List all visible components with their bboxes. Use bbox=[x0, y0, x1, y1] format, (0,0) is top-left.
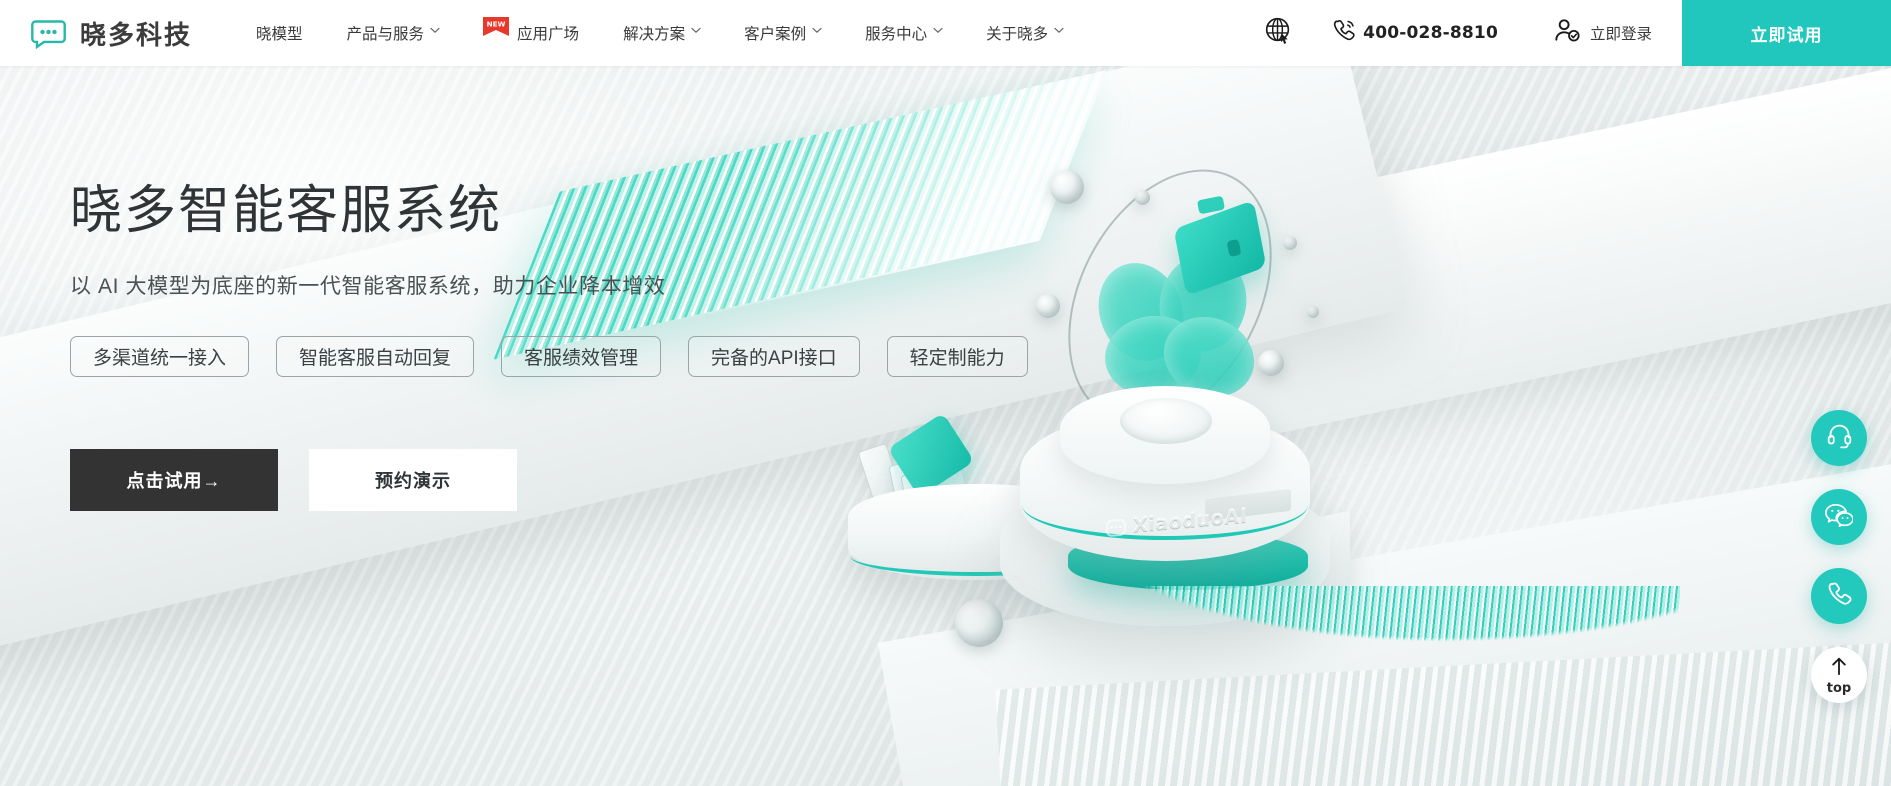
feature-tag[interactable]: 完备的API接口 bbox=[688, 336, 860, 378]
nav-item-label: 晓模型 bbox=[256, 26, 303, 43]
feature-tag[interactable]: 轻定制能力 bbox=[886, 336, 1028, 378]
hero-subtitle: 以 AI 大模型为底座的新一代智能客服系统，助力企业降本增效 bbox=[70, 275, 666, 299]
nav-item-solutions[interactable]: 解决方案 bbox=[601, 0, 722, 66]
hero-title: 晓多智能客服系统 bbox=[70, 181, 503, 241]
back-to-top-button[interactable]: top bbox=[1811, 647, 1867, 703]
login-label: 立即登录 bbox=[1589, 26, 1652, 43]
scene-glass-bead bbox=[1050, 170, 1084, 204]
scene-glass-bead bbox=[1307, 306, 1319, 318]
scene-glass-bead bbox=[1036, 294, 1060, 318]
brand-logo-link[interactable]: 晓多科技 bbox=[0, 15, 192, 52]
scene-device-knob bbox=[1120, 398, 1212, 444]
brand-name: 晓多科技 bbox=[80, 20, 193, 51]
globe-icon bbox=[1264, 16, 1293, 50]
book-demo-button[interactable]: 预约演示 bbox=[309, 449, 517, 512]
nav-item-label: 应用广场 bbox=[517, 26, 580, 43]
scene-glass-bead bbox=[955, 599, 1003, 647]
phone-number: 400-028-8810 bbox=[1363, 23, 1498, 43]
nav-item-xiaomoxing[interactable]: 晓模型 bbox=[234, 0, 325, 66]
online-service-button[interactable] bbox=[1811, 410, 1867, 466]
nav-item-service-center[interactable]: 服务中心 bbox=[843, 0, 964, 66]
wechat-button[interactable] bbox=[1811, 489, 1867, 545]
call-button[interactable] bbox=[1811, 568, 1867, 624]
free-trial-button[interactable]: 立即试用 bbox=[1682, 0, 1891, 66]
contact-phone[interactable]: 400-028-8810 bbox=[1306, 0, 1524, 66]
site-header: 晓多科技 晓模型 产品与服务 NEW 应用广场 解决方案 客户案例 服务中心 关… bbox=[0, 0, 1891, 66]
scene-glass-bead bbox=[1283, 236, 1297, 250]
chevron-down-icon bbox=[812, 27, 822, 36]
hero-feature-tags: 多渠道统一接入 智能客服自动回复 客服绩效管理 完备的API接口 轻定制能力 bbox=[70, 336, 1028, 378]
header-utilities: 400-028-8810 立即登录 立即试用 bbox=[1250, 0, 1891, 66]
nav-item-label: 客户案例 bbox=[744, 26, 807, 43]
nav-item-label: 解决方案 bbox=[623, 26, 686, 43]
nav-item-about-us[interactable]: 关于晓多 bbox=[964, 0, 1085, 66]
nav-item-customer-cases[interactable]: 客户案例 bbox=[722, 0, 843, 66]
wechat-icon bbox=[1825, 502, 1854, 533]
nav-item-label: 服务中心 bbox=[865, 26, 928, 43]
nav-item-label: 关于晓多 bbox=[986, 26, 1049, 43]
language-switcher[interactable] bbox=[1250, 0, 1306, 66]
floating-side-rail: top bbox=[1811, 410, 1867, 703]
scene-glass-bead bbox=[1258, 350, 1284, 376]
phone-ring-icon bbox=[1332, 18, 1357, 48]
hero-cta-group: 点击试用→ 预约演示 bbox=[70, 449, 1028, 512]
try-now-button[interactable]: 点击试用→ bbox=[70, 449, 278, 512]
chevron-down-icon bbox=[430, 27, 440, 36]
svg-text:NEW: NEW bbox=[487, 19, 506, 28]
user-check-icon bbox=[1554, 18, 1581, 48]
chevron-down-icon bbox=[933, 27, 943, 36]
main-navigation: 晓模型 产品与服务 NEW 应用广场 解决方案 客户案例 服务中心 关于晓多 bbox=[234, 0, 1085, 66]
feature-tag[interactable]: 多渠道统一接入 bbox=[70, 336, 250, 378]
feature-tag[interactable]: 客服绩效管理 bbox=[501, 336, 662, 378]
chevron-down-icon bbox=[691, 27, 701, 36]
hero-banner: XiaoduoAI 晓多智能客服系统 以 AI 大模型为底座的新一代智能客服系统… bbox=[0, 66, 1891, 786]
nav-item-products-services[interactable]: 产品与服务 bbox=[325, 0, 462, 66]
arrow-up-icon bbox=[1829, 656, 1849, 681]
scene-wave-ribbon bbox=[1330, 474, 1891, 764]
feature-tag[interactable]: 智能客服自动回复 bbox=[276, 336, 475, 378]
chevron-down-icon bbox=[1054, 27, 1064, 36]
nav-item-app-marketplace[interactable]: NEW 应用广场 bbox=[461, 0, 601, 66]
headset-icon bbox=[1826, 422, 1853, 454]
phone-icon bbox=[1827, 581, 1852, 611]
login-button[interactable]: 立即登录 bbox=[1524, 0, 1682, 66]
chat-bubble-dots-icon bbox=[30, 18, 67, 49]
hero-content: 晓多智能客服系统 以 AI 大模型为底座的新一代智能客服系统，助力企业降本增效 … bbox=[70, 180, 1028, 512]
new-badge-icon: NEW bbox=[483, 16, 510, 36]
back-to-top-label: top bbox=[1826, 680, 1852, 696]
nav-item-label: 产品与服务 bbox=[346, 26, 425, 43]
scene-glass-bead bbox=[1135, 190, 1150, 205]
